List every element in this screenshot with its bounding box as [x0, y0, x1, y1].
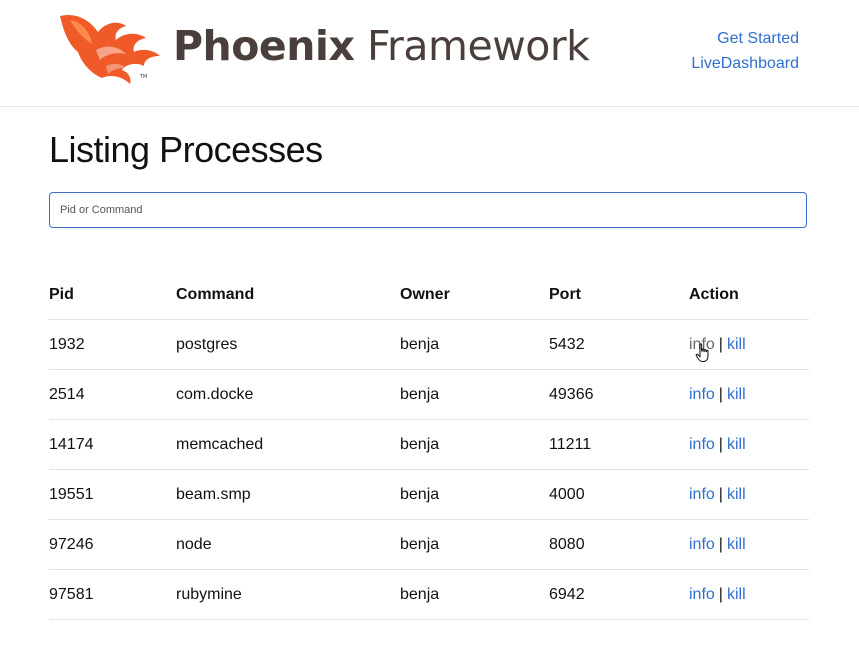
- table-header-row: Pid Command Owner Port Action: [49, 270, 809, 320]
- pid-cell: 19551: [49, 469, 176, 520]
- action-cell: info | kill: [689, 519, 809, 570]
- info-link[interactable]: info: [689, 536, 715, 553]
- pid-cell: 97246: [49, 519, 176, 570]
- action-cell: info | kill: [689, 469, 809, 520]
- page-title: Listing Processes: [49, 129, 323, 170]
- action-cell: info | kill: [689, 419, 809, 470]
- info-link[interactable]: info: [689, 386, 715, 403]
- search-input[interactable]: [49, 192, 807, 228]
- kill-link[interactable]: kill: [727, 336, 746, 353]
- table-row: 14174 memcached benja 11211 info | kill: [49, 419, 809, 470]
- info-link[interactable]: info: [689, 486, 715, 503]
- column-header-owner: Owner: [400, 270, 549, 320]
- nav-livedashboard-link[interactable]: LiveDashboard: [691, 51, 799, 76]
- column-header-pid: Pid: [49, 270, 176, 320]
- action-cell: info | kill: [689, 569, 809, 620]
- owner-cell: benja: [400, 419, 549, 470]
- nav-get-started-link[interactable]: Get Started: [691, 26, 799, 51]
- process-table: Pid Command Owner Port Action 1932 postgr…: [49, 270, 809, 620]
- command-cell: rubymine: [176, 569, 400, 620]
- table-row: 97581 rubymine benja 6942 info | kill: [49, 569, 809, 620]
- pid-cell: 14174: [49, 419, 176, 470]
- kill-link[interactable]: kill: [727, 436, 746, 453]
- command-cell: memcached: [176, 419, 400, 470]
- command-cell: node: [176, 519, 400, 570]
- owner-cell: benja: [400, 519, 549, 570]
- brand-wordmark: Phoenix Framework: [173, 22, 590, 70]
- command-cell: postgres: [176, 319, 400, 370]
- pid-cell: 97581: [49, 569, 176, 620]
- pid-cell: 1932: [49, 319, 176, 370]
- phoenix-logo[interactable]: TM: [56, 10, 166, 88]
- pid-cell: 2514: [49, 369, 176, 420]
- column-header-port: Port: [549, 270, 689, 320]
- port-cell: 49366: [549, 369, 689, 420]
- action-separator: |: [718, 335, 723, 353]
- info-link[interactable]: info: [689, 436, 715, 453]
- kill-link[interactable]: kill: [727, 486, 746, 503]
- kill-link[interactable]: kill: [727, 386, 746, 403]
- command-cell: beam.smp: [176, 469, 400, 520]
- brand-light: Framework: [366, 22, 590, 70]
- phoenix-flame-logo-icon: TM: [60, 14, 160, 85]
- action-separator: |: [718, 385, 723, 403]
- port-cell: 5432: [549, 319, 689, 370]
- svg-text:TM: TM: [139, 74, 147, 80]
- site-header: TM Phoenix Framework Get Started LiveDas…: [0, 0, 859, 107]
- command-cell: com.docke: [176, 369, 400, 420]
- action-separator: |: [718, 485, 723, 503]
- top-nav: Get Started LiveDashboard: [691, 26, 799, 76]
- port-cell: 8080: [549, 519, 689, 570]
- column-header-action: Action: [689, 270, 809, 320]
- port-cell: 4000: [549, 469, 689, 520]
- table-row: 1932 postgres benja 5432 info | kill: [49, 319, 809, 370]
- owner-cell: benja: [400, 319, 549, 370]
- info-link[interactable]: info: [689, 336, 715, 353]
- port-cell: 6942: [549, 569, 689, 620]
- info-link[interactable]: info: [689, 586, 715, 603]
- owner-cell: benja: [400, 469, 549, 520]
- kill-link[interactable]: kill: [727, 586, 746, 603]
- table-row: 97246 node benja 8080 info | kill: [49, 519, 809, 570]
- action-cell: info | kill: [689, 319, 809, 370]
- action-separator: |: [718, 535, 723, 553]
- action-separator: |: [718, 585, 723, 603]
- brand-bold: Phoenix: [173, 22, 355, 70]
- port-cell: 11211: [549, 419, 689, 470]
- table-row: 2514 com.docke benja 49366 info | kill: [49, 369, 809, 420]
- kill-link[interactable]: kill: [727, 536, 746, 553]
- action-cell: info | kill: [689, 369, 809, 420]
- owner-cell: benja: [400, 569, 549, 620]
- column-header-command: Command: [176, 270, 400, 320]
- table-row: 19551 beam.smp benja 4000 info | kill: [49, 469, 809, 520]
- owner-cell: benja: [400, 369, 549, 420]
- action-separator: |: [718, 435, 723, 453]
